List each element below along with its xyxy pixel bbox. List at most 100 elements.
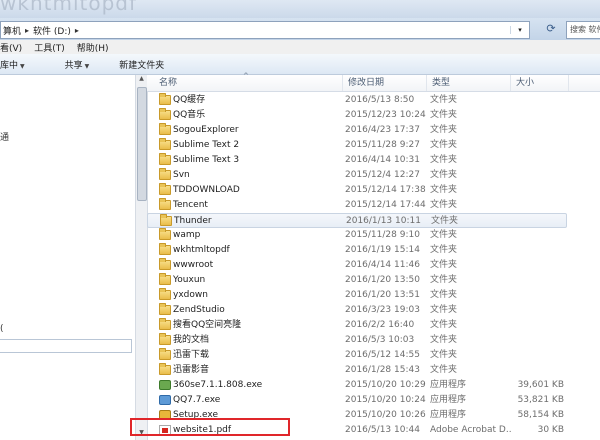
- breadcrumb-chevron-icon[interactable]: ▸: [73, 26, 81, 35]
- file-row[interactable]: ZendStudio 2016/3/23 19:03 文件夹: [147, 303, 567, 318]
- file-size: [512, 333, 564, 348]
- file-row[interactable]: wamp 2015/11/28 9:10 文件夹: [147, 228, 567, 243]
- address-dropdown-icon[interactable]: ▾: [510, 26, 529, 34]
- folder-icon: [159, 348, 171, 360]
- file-row[interactable]: QQ音乐 2015/12/23 10:24 文件夹: [147, 108, 567, 123]
- file-type: 文件夹: [431, 216, 459, 226]
- column-header-size[interactable]: 大小: [511, 75, 569, 91]
- file-type: 文件夹: [430, 230, 458, 240]
- file-type: 文件夹: [430, 350, 458, 360]
- folder-icon: [160, 214, 172, 226]
- file-date: 2016/1/20 13:50: [345, 275, 420, 285]
- file-date: 2016/4/23 17:37: [345, 125, 420, 135]
- file-row[interactable]: QQ缓存 2016/5/13 8:50 文件夹: [147, 93, 567, 108]
- file-size: [512, 153, 564, 168]
- search-input[interactable]: 搜索 软件 (D:): [566, 21, 600, 39]
- file-row[interactable]: Youxun 2016/1/20 13:50 文件夹: [147, 273, 567, 288]
- file-size: [512, 258, 564, 273]
- folder-icon: [159, 303, 171, 315]
- file-type: 应用程序: [430, 410, 467, 420]
- menu-view[interactable]: 看(V): [0, 41, 22, 54]
- menu-tools[interactable]: 工具(T): [34, 41, 65, 54]
- file-name: Svn: [173, 170, 190, 180]
- file-row[interactable]: wkhtmltopdf 2016/1/19 15:14 文件夹: [147, 243, 567, 258]
- file-type: 文件夹: [430, 95, 458, 105]
- nav-selected-item[interactable]: [0, 339, 132, 353]
- file-name: QQ音乐: [173, 110, 206, 120]
- file-row[interactable]: Tencent 2015/12/14 17:44 文件夹: [147, 198, 567, 213]
- file-date: 2015/10/20 10:24: [345, 395, 426, 405]
- address-field[interactable]: 算机 ▸ 软件 (D:) ▸ ▾: [0, 21, 530, 39]
- file-row[interactable]: TDDOWNLOAD 2015/12/14 17:38 文件夹: [147, 183, 567, 198]
- file-row[interactable]: 360se7.1.1.808.exe 2015/10/20 10:29 应用程序 39…: [147, 378, 567, 393]
- file-row[interactable]: 迅雷下载 2016/5/12 14:55 文件夹: [147, 348, 567, 363]
- file-row[interactable]: 迅雷影音 2016/1/28 15:43 文件夹: [147, 363, 567, 378]
- file-row[interactable]: Thunder 2016/1/13 10:11 文件夹: [147, 213, 567, 228]
- file-row[interactable]: wwwroot 2016/4/14 11:46 文件夹: [147, 258, 567, 273]
- scroll-up-icon[interactable]: ▲: [136, 75, 147, 86]
- file-type: 文件夹: [430, 275, 458, 285]
- include-in-library-button[interactable]: 库中 ▼: [0, 58, 25, 71]
- file-size: [512, 93, 564, 108]
- breadcrumb-chevron-icon[interactable]: ▸: [23, 26, 31, 35]
- file-type: 文件夹: [430, 305, 458, 315]
- file-row[interactable]: QQ7.7.exe 2015/10/20 10:24 应用程序 53,821 KB: [147, 393, 567, 408]
- file-size: [512, 288, 564, 303]
- command-toolbar: 库中 ▼ 共享 ▼ 新建文件夹: [0, 54, 600, 75]
- folder-icon: [159, 333, 171, 345]
- address-bar-area: 算机 ▸ 软件 (D:) ▸ ▾ ⟳ 搜索 软件 (D:): [0, 18, 600, 40]
- column-header-date[interactable]: 修改日期: [343, 75, 427, 91]
- file-type: 文件夹: [430, 125, 458, 135]
- file-row[interactable]: 搜看QQ空间亮隆 2016/2/2 16:40 文件夹: [147, 318, 567, 333]
- file-size: 58,154 KB: [517, 410, 564, 420]
- exe-icon: [159, 380, 171, 390]
- folder-icon: [159, 93, 171, 105]
- dropdown-arrow-icon: ▼: [84, 62, 90, 70]
- breadcrumb-drive-d[interactable]: 软件 (D:): [31, 24, 73, 37]
- refresh-icon[interactable]: ⟳: [543, 22, 559, 37]
- file-size: [512, 228, 564, 243]
- file-name: wamp: [173, 230, 201, 240]
- file-row[interactable]: Sublime Text 3 2016/4/14 10:31 文件夹: [147, 153, 567, 168]
- file-date: 2015/11/28 9:27: [345, 140, 420, 150]
- file-name: 360se7.1.1.808.exe: [173, 380, 263, 390]
- file-date: 2016/1/20 13:51: [345, 290, 420, 300]
- file-name: SogouExplorer: [173, 125, 239, 135]
- file-date: 2016/5/12 14:55: [345, 350, 420, 360]
- file-type: 文件夹: [430, 260, 458, 270]
- file-date: 2016/5/3 10:03: [345, 335, 415, 345]
- file-row[interactable]: SogouExplorer 2016/4/23 17:37 文件夹: [147, 123, 567, 138]
- file-type: 文件夹: [430, 245, 458, 255]
- file-row[interactable]: 我的文档 2016/5/3 10:03 文件夹: [147, 333, 567, 348]
- file-type: Adobe Acrobat D...: [430, 425, 512, 435]
- file-list: 名称 ^ 修改日期 类型 大小 QQ缓存 2016/5/13 8:50 文件夹 QQ音…: [147, 72, 600, 440]
- menu-help[interactable]: 帮助(H): [77, 41, 109, 54]
- file-date: 2015/10/20 10:29: [345, 380, 426, 390]
- file-size: [513, 214, 565, 229]
- folder-icon: [159, 288, 171, 300]
- file-date: 2015/12/4 12:27: [345, 170, 420, 180]
- file-row[interactable]: yxdown 2016/1/20 13:51 文件夹: [147, 288, 567, 303]
- file-date: 2016/1/19 15:14: [345, 245, 420, 255]
- breadcrumb-computer[interactable]: 算机: [1, 24, 23, 37]
- file-size: [512, 168, 564, 183]
- scrollbar-thumb[interactable]: [137, 87, 147, 201]
- file-row[interactable]: Sublime Text 2 2015/11/28 9:27 文件夹: [147, 138, 567, 153]
- file-name: Youxun: [173, 275, 206, 285]
- nav-item-fragment[interactable]: (: [0, 324, 4, 334]
- share-button[interactable]: 共享 ▼: [65, 58, 90, 71]
- folder-icon: [159, 258, 171, 270]
- navigation-pane: 通 (: [0, 75, 135, 440]
- file-type: 文件夹: [430, 200, 458, 210]
- file-size: [512, 318, 564, 333]
- new-folder-button[interactable]: 新建文件夹: [119, 58, 164, 71]
- file-size: 39,601 KB: [517, 380, 564, 390]
- file-type: 应用程序: [430, 395, 467, 405]
- file-name: QQ缓存: [173, 95, 206, 105]
- file-row[interactable]: Svn 2015/12/4 12:27 文件夹: [147, 168, 567, 183]
- nav-item-fragment[interactable]: 通: [0, 130, 9, 143]
- column-header-type[interactable]: 类型: [427, 75, 511, 91]
- file-name: wwwroot: [173, 260, 214, 270]
- file-type: 文件夹: [430, 320, 458, 330]
- file-name: Thunder: [174, 216, 212, 226]
